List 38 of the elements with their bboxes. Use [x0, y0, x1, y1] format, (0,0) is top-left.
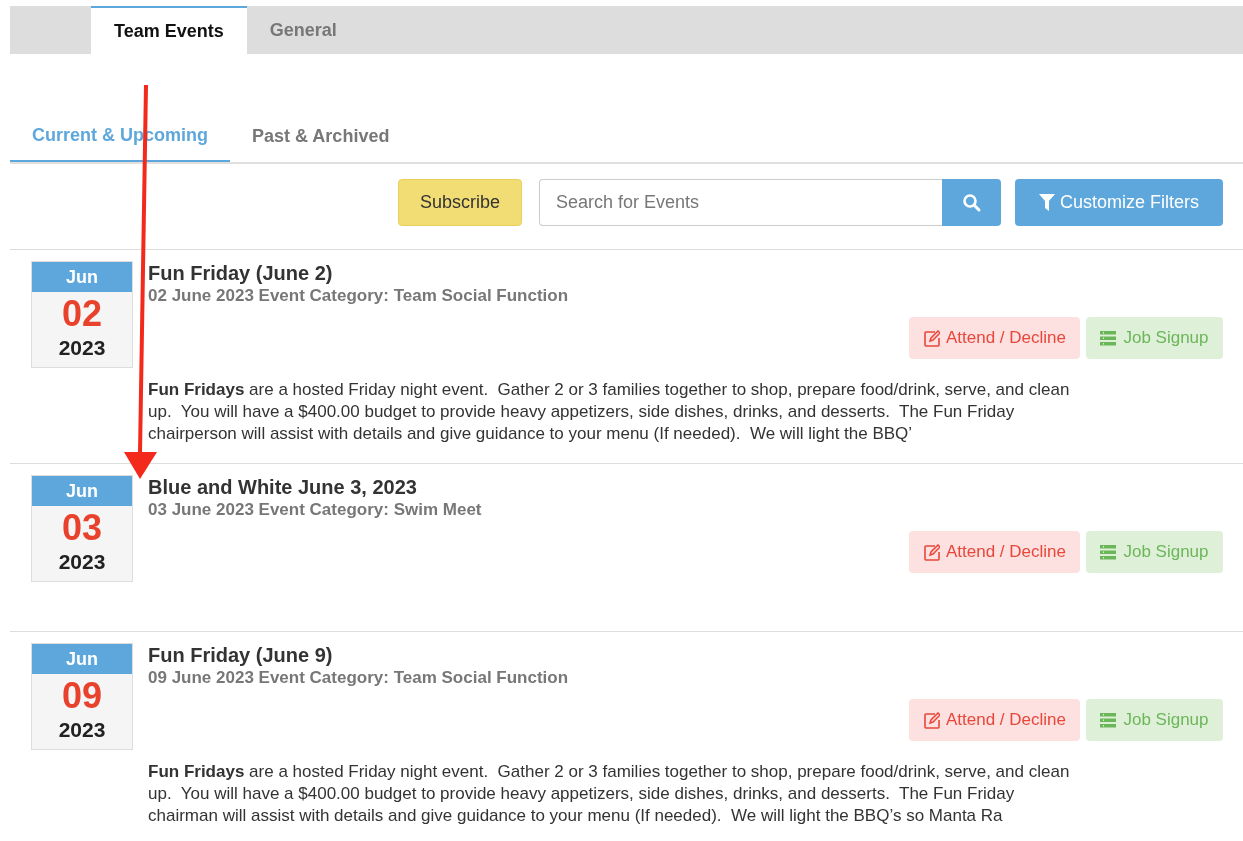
attend-decline-button[interactable]: Attend / Decline — [909, 699, 1080, 741]
calendar-month: Jun — [32, 262, 132, 292]
search-field[interactable]: Search for Events — [539, 179, 942, 226]
job-signup-button[interactable]: Job Signup — [1086, 699, 1223, 741]
job-signup-button[interactable]: Job Signup — [1086, 317, 1223, 359]
list-icon — [1100, 711, 1118, 729]
edit-icon — [923, 543, 940, 561]
event-description: Fun Fridays are a hosted Friday night event. Gather 2 or 3 families together to shop, prepare food/drink, serve, and clean up. You will have a $400.00 budget to provide heavy appetizers, side dishes, drinks, and desserts. The Fun Friday chairperson will assist with details and give guidance to your menu (If needed). We will light the BBQ’ — [148, 379, 1071, 445]
subscribe-button[interactable]: Subscribe — [398, 179, 522, 226]
search-icon — [961, 192, 982, 213]
event-title: Blue and White June 3, 2023 — [148, 475, 418, 499]
edit-icon — [923, 329, 940, 347]
calendar-day: 09 — [61, 674, 102, 718]
calendar-day: 02 — [61, 292, 102, 336]
tab[interactable]: General — [246, 6, 360, 54]
calendar-year: 2023 — [58, 550, 106, 574]
event-description: Fun Fridays are a hosted Friday night event. Gather 2 or 3 families together to shop, prepare food/drink, serve, and clean up. You will have a $400.00 budget to provide heavy appetizers, side dishes, drinks, and desserts. The Fun Friday chairman will assist with details and give guidance to your menu (If needed). We will light the BBQ’s so Manta Ra — [148, 761, 1071, 827]
event-subtitle: 02 June 2023 Event Category: Team Social Function — [148, 285, 570, 307]
calendar-year: 2023 — [58, 336, 106, 360]
edit-icon — [923, 711, 940, 729]
tab[interactable]: Team Events — [91, 6, 247, 54]
attend-decline-button[interactable]: Attend / Decline — [909, 317, 1080, 359]
event-title: Fun Friday (June 9) — [148, 643, 334, 667]
list-icon — [1100, 329, 1118, 347]
filter-icon — [1039, 193, 1055, 212]
calendar-month: Jun — [32, 476, 132, 506]
tab[interactable]: Past & Archived — [230, 110, 412, 162]
job-signup-button[interactable]: Job Signup — [1086, 531, 1223, 573]
event-title: Fun Friday (June 2) — [148, 261, 334, 285]
customize-filters-button[interactable]: Customize Filters — [1015, 179, 1223, 226]
search-button[interactable] — [942, 179, 1001, 226]
calendar-year: 2023 — [58, 718, 106, 742]
event-subtitle: 09 June 2023 Event Category: Team Social Function — [148, 667, 570, 689]
calendar-day: 03 — [61, 506, 102, 550]
calendar-month: Jun — [32, 644, 132, 674]
event-subtitle: 03 June 2023 Event Category: Swim Meet — [148, 499, 483, 521]
attend-decline-button[interactable]: Attend / Decline — [909, 531, 1080, 573]
list-icon — [1100, 543, 1118, 561]
